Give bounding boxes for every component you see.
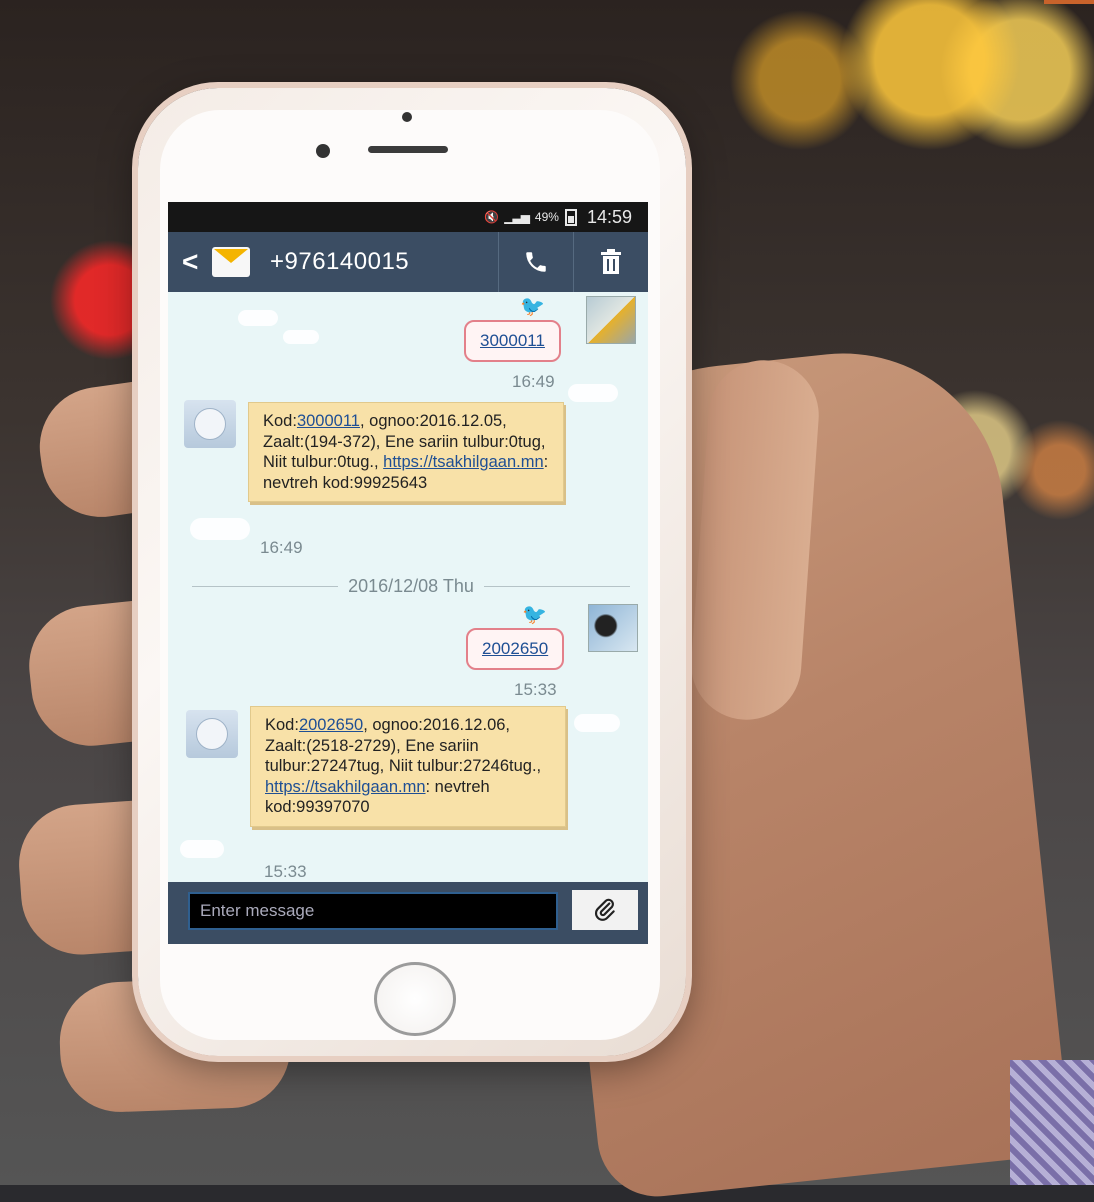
code-link[interactable]: 3000011 — [297, 412, 360, 430]
earpiece-speaker — [368, 146, 448, 153]
signal-icon: ▁▃▅ — [504, 210, 530, 224]
front-camera — [316, 144, 330, 158]
person-icon — [194, 408, 226, 440]
status-bar: 🔇 ▁▃▅ 49% 14:59 — [168, 202, 648, 232]
conversation-header: < +976140015 — [168, 232, 648, 292]
cloud-decoration — [574, 714, 620, 732]
phone-icon — [526, 252, 546, 272]
message-time: 16:49 — [260, 538, 303, 557]
url-link[interactable]: https://tsakhilgaan.mn — [265, 778, 426, 796]
message-time: 16:49 — [512, 372, 555, 391]
outgoing-message[interactable]: 3000011 — [464, 320, 561, 362]
incoming-message: Kod:3000011, ognoo:2016.12.05, Zaalt:(19… — [248, 402, 564, 502]
mute-icon: 🔇 — [484, 210, 499, 224]
bird-icon: 🐦 — [520, 296, 545, 318]
paperclip-icon — [595, 898, 615, 921]
message-time: 15:33 — [264, 862, 307, 881]
date-separator: 2016/12/08 Thu — [192, 576, 630, 597]
trash-icon — [601, 249, 621, 274]
message-time: 15:33 — [514, 680, 557, 699]
outgoing-message-text[interactable]: 3000011 — [480, 331, 545, 350]
home-button[interactable] — [374, 962, 456, 1036]
battery-percent: 49% — [534, 210, 559, 224]
divider — [483, 586, 630, 587]
outgoing-message[interactable]: 2002650 — [466, 628, 565, 670]
cloud-decoration — [238, 310, 278, 326]
message-composer — [168, 882, 648, 944]
status-time: 14:59 — [586, 206, 632, 227]
bird-icon: 🐦 — [522, 604, 547, 626]
delete-button[interactable] — [573, 232, 648, 292]
code-link[interactable]: 2002650 — [299, 716, 363, 734]
cloud-decoration — [180, 840, 224, 858]
cloud-decoration — [568, 384, 618, 402]
chevron-left-icon[interactable]: < — [182, 246, 202, 278]
contact-number[interactable]: +976140015 — [270, 248, 409, 276]
message-thread: 🐦 3000011 16:49 Kod:3000011, ognoo:2016.… — [168, 292, 648, 882]
cloud-decoration — [190, 518, 250, 540]
message-text: Kod: — [263, 412, 297, 430]
person-icon — [196, 718, 228, 750]
cloud-decoration — [283, 330, 319, 344]
envelope-icon — [212, 247, 250, 277]
call-button[interactable] — [498, 232, 573, 292]
divider — [192, 586, 339, 587]
incoming-message: Kod:2002650, ognoo:2016.12.06, Zaalt:(25… — [250, 706, 566, 827]
sleeve — [1010, 1060, 1094, 1185]
message-input[interactable] — [188, 892, 558, 930]
message-text: Kod: — [265, 716, 299, 734]
date-separator-text: 2016/12/08 Thu — [348, 576, 474, 596]
contact-avatar — [184, 400, 236, 448]
phone-screen: 🔇 ▁▃▅ 49% 14:59 < +976140015 🐦 3000011 1… — [168, 202, 648, 944]
sender-thumbnail — [588, 604, 638, 652]
url-link[interactable]: https://tsakhilgaan.mn — [383, 453, 544, 471]
attach-button[interactable] — [572, 890, 638, 930]
front-sensor — [402, 112, 412, 122]
battery-icon — [564, 208, 577, 226]
corner-mark — [1044, 0, 1094, 4]
contact-avatar — [186, 710, 238, 758]
outgoing-message-text[interactable]: 2002650 — [482, 639, 548, 658]
sender-thumbnail — [586, 296, 636, 344]
